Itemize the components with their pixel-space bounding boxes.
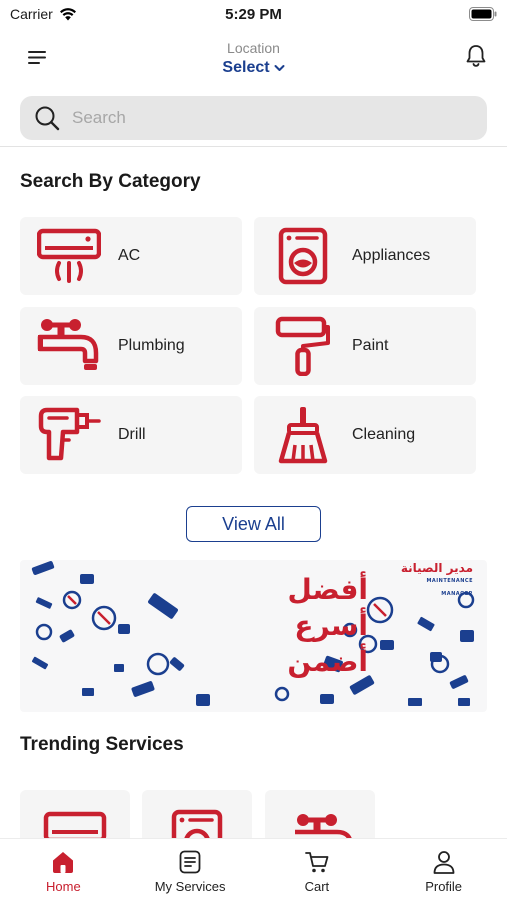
status-bar: Carrier 5:29 PM (0, 0, 507, 30)
category-section-title: Search By Category (20, 171, 201, 192)
faucet-icon (37, 319, 99, 370)
category-card-paint[interactable]: Paint (254, 307, 476, 385)
tab-label: My Services (154, 879, 226, 894)
banner-line: أفضل (287, 573, 368, 606)
category-label: AC (118, 247, 141, 264)
category-label: Drill (118, 426, 146, 443)
search-icon (35, 106, 60, 131)
category-label: Plumbing (118, 337, 185, 354)
category-card-drill[interactable]: Drill (20, 396, 242, 474)
tab-my-services[interactable]: My Services (127, 839, 254, 900)
home-icon (53, 852, 74, 873)
tab-label: Home (46, 879, 81, 894)
search-bar[interactable] (20, 96, 487, 140)
category-card-cleaning[interactable]: Cleaning (254, 396, 476, 474)
brand-logo: مدير الصيانة MAINTENANCE MANAGER (400, 561, 473, 598)
bottom-tab-bar: Home My Services Cart Profile (0, 838, 507, 900)
services-list-icon (179, 850, 201, 874)
header-divider (0, 146, 507, 147)
trending-section-title: Trending Services (20, 734, 184, 755)
category-label: Appliances (352, 247, 431, 264)
washing-machine-icon (278, 227, 328, 285)
category-card-ac[interactable]: AC (20, 217, 242, 295)
tab-profile[interactable]: Profile (380, 839, 507, 900)
banner-line: أسرع (294, 609, 368, 642)
air-conditioner-icon (37, 228, 101, 283)
category-label: Paint (352, 337, 389, 354)
location-picker: Location Select (0, 40, 507, 77)
category-card-appliances[interactable]: Appliances (254, 217, 476, 295)
location-label: Location (227, 40, 280, 56)
chevron-down-icon (274, 65, 285, 71)
location-value: Select (222, 59, 270, 76)
tab-label: Cart (304, 879, 330, 894)
drill-icon (38, 407, 101, 461)
category-label: Cleaning (352, 426, 416, 443)
tab-home[interactable]: Home (0, 839, 127, 900)
cart-icon (304, 852, 329, 873)
location-select-button[interactable]: Select (222, 59, 285, 77)
bell-icon[interactable] (463, 42, 489, 70)
profile-icon (433, 851, 455, 874)
banner-line: أضمن (287, 645, 368, 678)
search-input[interactable] (72, 108, 452, 128)
promo-banner[interactable]: أفضل أسرع أضمن مدير الصيانة MAINTENANCE … (20, 560, 487, 712)
paint-roller-icon (275, 316, 330, 376)
banner-headline: أفضل أسرع أضمن (198, 572, 368, 680)
view-all-button[interactable]: View All (186, 506, 321, 542)
app-header: Location Select (0, 32, 507, 88)
status-time: 5:29 PM (225, 6, 282, 23)
tab-label: Profile (425, 879, 463, 894)
battery-icon (469, 7, 497, 21)
tab-cart[interactable]: Cart (254, 839, 381, 900)
category-card-plumbing[interactable]: Plumbing (20, 307, 242, 385)
broom-icon (278, 407, 328, 464)
